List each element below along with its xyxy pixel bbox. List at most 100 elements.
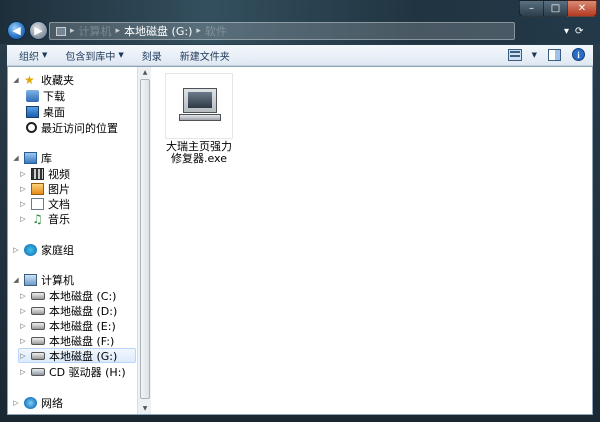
- download-icon: [26, 89, 39, 102]
- main-content: ◢ ★ 收藏夹 下载 桌面 最近访问的位置 ◢ 库 ▷ 视频 ▷ 图片 ▷ 文档…: [7, 66, 593, 415]
- nav-homegroup-label: 家庭组: [41, 243, 74, 257]
- forward-button[interactable]: ▶: [29, 21, 48, 40]
- refresh-icon[interactable]: ⟳: [575, 26, 583, 37]
- nav-item-pictures[interactable]: ▷ 图片: [19, 181, 70, 196]
- nav-item-music[interactable]: ▷ ♫ 音乐: [19, 211, 70, 226]
- scroll-down-icon[interactable]: ▼: [140, 404, 150, 413]
- navigation-pane: ◢ ★ 收藏夹 下载 桌面 最近访问的位置 ◢ 库 ▷ 视频 ▷ 图片 ▷ 文档…: [8, 67, 137, 414]
- homegroup-icon: [24, 243, 37, 256]
- expand-arrow-icon[interactable]: ▷: [12, 399, 20, 407]
- library-icon: [24, 151, 37, 164]
- explorer-window: ◀ ▶ ▸ 计算机 ▸ 本地磁盘 (G:) ▸ 软件 ▾ ⟳ – □ ✕ 组织 …: [0, 0, 600, 422]
- address-actions: ▾ ⟳: [560, 22, 596, 40]
- nav-item-drive-g[interactable]: ▷ 本地磁盘 (G:): [18, 348, 136, 363]
- computer-program-icon: [165, 73, 233, 139]
- nav-network[interactable]: ▷ 网络: [12, 395, 63, 410]
- dropdown-icon[interactable]: ▾: [564, 26, 569, 37]
- expand-arrow-icon[interactable]: ▷: [19, 200, 27, 208]
- computer-icon: [56, 26, 66, 36]
- nav-item-label: 下载: [43, 89, 65, 103]
- expand-arrow-icon[interactable]: ▷: [19, 368, 27, 376]
- hard-drive-icon: [31, 351, 45, 360]
- hard-drive-icon: [31, 321, 45, 330]
- video-icon: [31, 167, 44, 180]
- collapse-arrow-icon[interactable]: ◢: [12, 76, 20, 84]
- network-icon: [24, 396, 37, 409]
- expand-arrow-icon[interactable]: ▷: [19, 292, 27, 300]
- cd-drive-icon: [31, 367, 45, 376]
- navigation-scrollbar[interactable]: ▲ ▼: [137, 67, 151, 414]
- title-bar: ◀ ▶ ▸ 计算机 ▸ 本地磁盘 (G:) ▸ 软件 ▾ ⟳ – □ ✕: [0, 0, 600, 44]
- help-icon[interactable]: i: [571, 48, 585, 61]
- nav-item-label: 本地磁盘 (E:): [49, 319, 116, 333]
- back-button[interactable]: ◀: [7, 21, 26, 40]
- nav-item-desktop[interactable]: 桌面: [26, 104, 65, 119]
- expand-arrow-icon[interactable]: ▷: [19, 215, 27, 223]
- nav-item-label: 本地磁盘 (D:): [49, 304, 118, 318]
- nav-item-label: 桌面: [43, 105, 65, 119]
- nav-computer[interactable]: ◢ 计算机: [12, 272, 74, 287]
- expand-arrow-icon[interactable]: ▷: [19, 307, 27, 315]
- nav-libraries-label: 库: [41, 151, 52, 165]
- nav-item-label: 文档: [48, 197, 70, 211]
- chevron-down-icon: ▼: [118, 51, 124, 59]
- preview-pane-icon[interactable]: [547, 48, 561, 61]
- view-options-dropdown-icon[interactable]: ▼: [532, 51, 537, 59]
- burn-button[interactable]: 刻录: [142, 48, 172, 63]
- scroll-up-icon[interactable]: ▲: [140, 68, 150, 77]
- breadcrumb-folder[interactable]: 软件: [205, 23, 227, 39]
- expand-arrow-icon[interactable]: ▷: [19, 170, 27, 178]
- maximize-button[interactable]: □: [543, 0, 567, 17]
- nav-homegroup[interactable]: ▷ 家庭组: [12, 242, 74, 257]
- nav-item-drive-f[interactable]: ▷ 本地磁盘 (F:): [19, 333, 114, 348]
- nav-item-drive-c[interactable]: ▷ 本地磁盘 (C:): [19, 288, 116, 303]
- nav-favorites-label: 收藏夹: [41, 73, 74, 87]
- breadcrumb-computer[interactable]: 计算机: [79, 23, 112, 39]
- burn-label: 刻录: [141, 51, 162, 63]
- new-folder-button[interactable]: 新建文件夹: [180, 48, 240, 63]
- nav-network-label: 网络: [41, 396, 63, 410]
- minimize-button[interactable]: –: [519, 0, 543, 17]
- hard-drive-icon: [31, 336, 45, 345]
- breadcrumb-separator-icon: ▸: [115, 26, 121, 36]
- arrow-left-icon: ◀: [12, 24, 21, 37]
- nav-item-label: 本地磁盘 (C:): [49, 289, 117, 303]
- expand-arrow-icon[interactable]: ▷: [19, 337, 27, 345]
- nav-favorites[interactable]: ◢ ★ 收藏夹: [12, 72, 74, 87]
- star-icon: ★: [24, 72, 35, 87]
- include-in-library-label: 包含到库中: [65, 51, 116, 63]
- computer-icon: [24, 273, 37, 286]
- file-item[interactable]: 大瑞主页强力修复器.exe: [162, 73, 236, 165]
- file-list: 大瑞主页强力修复器.exe: [152, 67, 592, 414]
- nav-libraries[interactable]: ◢ 库: [12, 150, 52, 165]
- chevron-down-icon: ▼: [42, 51, 48, 59]
- collapse-arrow-icon[interactable]: ◢: [12, 276, 20, 284]
- new-folder-label: 新建文件夹: [179, 51, 230, 63]
- nav-computer-label: 计算机: [41, 273, 74, 287]
- nav-item-cd-drive[interactable]: ▷ CD 驱动器 (H:): [19, 364, 125, 379]
- nav-item-documents[interactable]: ▷ 文档: [19, 196, 70, 211]
- nav-item-recent-places[interactable]: 最近访问的位置: [26, 120, 118, 135]
- breadcrumb-separator-icon: ▸: [70, 26, 75, 36]
- address-bar[interactable]: ▸ 计算机 ▸ 本地磁盘 (G:) ▸ 软件: [49, 22, 515, 40]
- file-name: 大瑞主页强力修复器.exe: [166, 140, 232, 165]
- organize-menu[interactable]: 组织 ▼: [19, 48, 57, 63]
- nav-item-downloads[interactable]: 下载: [26, 88, 65, 103]
- arrow-right-icon: ▶: [34, 24, 43, 37]
- expand-arrow-icon[interactable]: ▷: [19, 185, 27, 193]
- breadcrumb-drive[interactable]: 本地磁盘 (G:): [124, 23, 192, 39]
- scrollbar-thumb[interactable]: [140, 79, 150, 399]
- nav-item-drive-d[interactable]: ▷ 本地磁盘 (D:): [19, 303, 117, 318]
- expand-arrow-icon[interactable]: ▷: [12, 246, 20, 254]
- change-view-icon[interactable]: [507, 48, 522, 61]
- expand-arrow-icon[interactable]: ▷: [19, 352, 27, 360]
- nav-item-label: 音乐: [48, 212, 70, 226]
- collapse-arrow-icon[interactable]: ◢: [12, 154, 20, 162]
- nav-item-videos[interactable]: ▷ 视频: [19, 166, 70, 181]
- nav-item-drive-e[interactable]: ▷ 本地磁盘 (E:): [19, 318, 116, 333]
- include-in-library-menu[interactable]: 包含到库中 ▼: [65, 48, 133, 63]
- breadcrumb-separator-icon: ▸: [196, 26, 201, 36]
- recent-places-icon: [26, 122, 37, 133]
- expand-arrow-icon[interactable]: ▷: [19, 322, 27, 330]
- close-button[interactable]: ✕: [567, 0, 597, 17]
